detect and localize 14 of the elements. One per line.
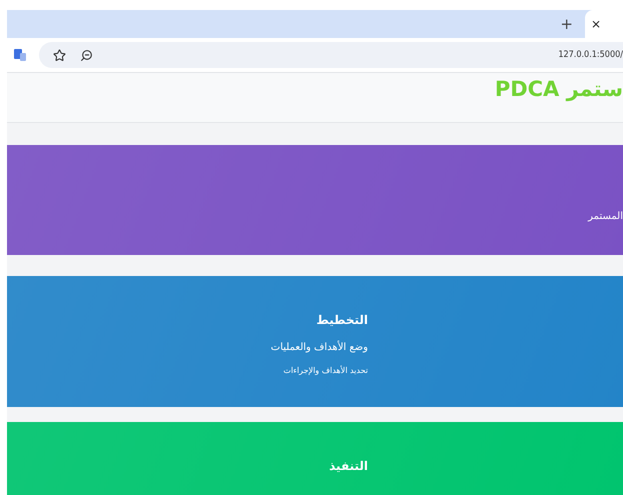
translate-icon[interactable] (13, 48, 27, 62)
magnifier-icon[interactable] (80, 48, 93, 62)
browser-tab[interactable]: × (585, 10, 623, 38)
page-title: ستمر PDCA (494, 77, 623, 101)
close-tab-button[interactable]: × (591, 17, 602, 31)
card-detail: تحديد الأهداف والإجراءات (283, 366, 368, 375)
card-subtitle: المستمر (588, 211, 623, 222)
card-subtitle: وضع الأهداف والعمليات (270, 342, 368, 353)
address-bar[interactable]: 127.0.0.1:5000/ (39, 42, 623, 68)
star-icon[interactable] (53, 48, 66, 62)
card-heading: التنفيذ (329, 459, 368, 473)
card-heading: التخطيط (316, 313, 368, 327)
url-text: 127.0.0.1:5000/ (558, 50, 623, 60)
new-tab-button[interactable]: + (556, 15, 577, 33)
